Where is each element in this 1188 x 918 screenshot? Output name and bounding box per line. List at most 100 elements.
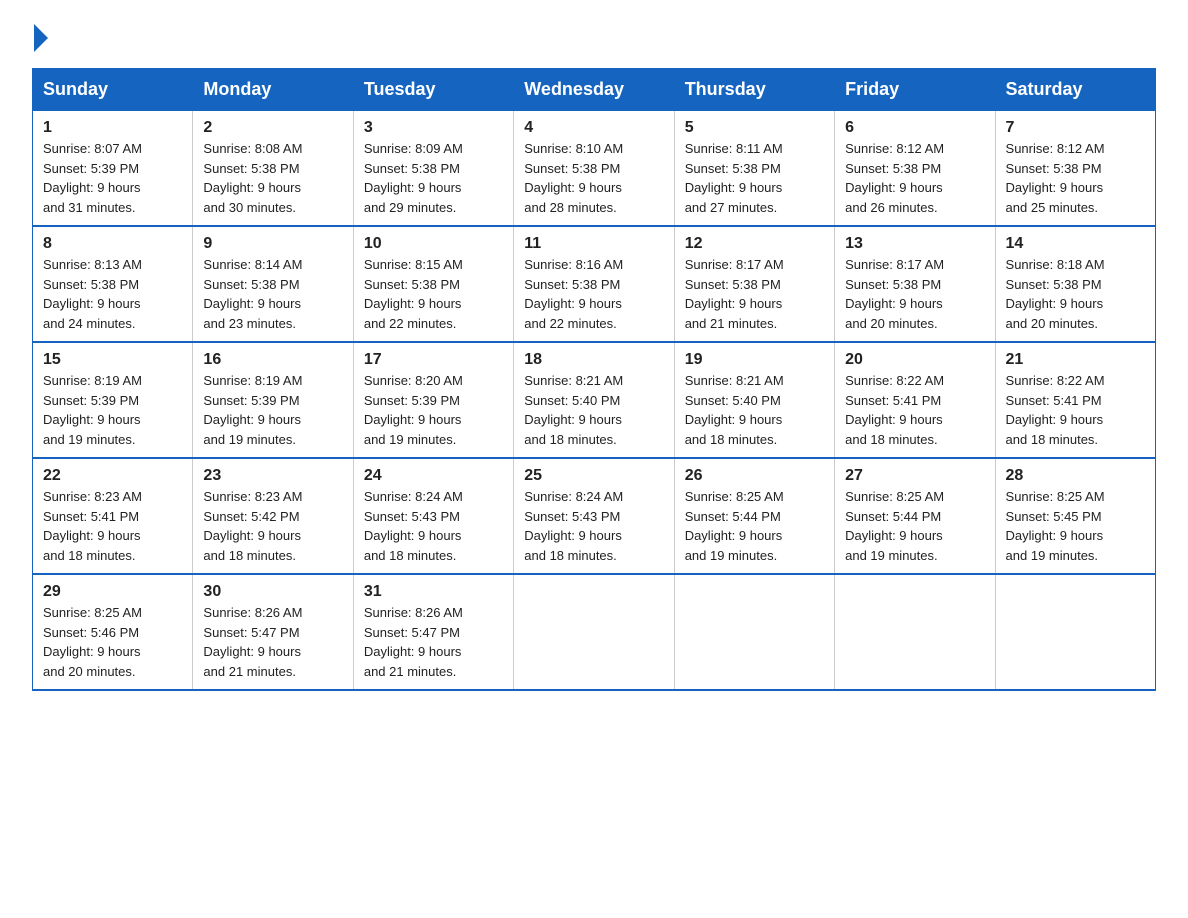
calendar-cell: 11 Sunrise: 8:16 AMSunset: 5:38 PMDaylig… [514,226,674,342]
day-number: 21 [1006,351,1145,369]
calendar-cell: 20 Sunrise: 8:22 AMSunset: 5:41 PMDaylig… [835,342,995,458]
day-number: 1 [43,119,182,137]
calendar-cell: 13 Sunrise: 8:17 AMSunset: 5:38 PMDaylig… [835,226,995,342]
day-number: 2 [203,119,342,137]
day-info: Sunrise: 8:23 AMSunset: 5:41 PMDaylight:… [43,489,142,563]
day-info: Sunrise: 8:12 AMSunset: 5:38 PMDaylight:… [845,141,944,215]
day-info: Sunrise: 8:26 AMSunset: 5:47 PMDaylight:… [364,605,463,679]
day-number: 7 [1006,119,1145,137]
weekday-header-row: SundayMondayTuesdayWednesdayThursdayFrid… [33,69,1156,111]
day-info: Sunrise: 8:16 AMSunset: 5:38 PMDaylight:… [524,257,623,331]
weekday-header-monday: Monday [193,69,353,111]
calendar-cell: 18 Sunrise: 8:21 AMSunset: 5:40 PMDaylig… [514,342,674,458]
day-number: 18 [524,351,663,369]
calendar-cell: 4 Sunrise: 8:10 AMSunset: 5:38 PMDayligh… [514,111,674,227]
day-number: 11 [524,235,663,253]
day-number: 6 [845,119,984,137]
calendar-cell: 7 Sunrise: 8:12 AMSunset: 5:38 PMDayligh… [995,111,1155,227]
calendar-week-row: 15 Sunrise: 8:19 AMSunset: 5:39 PMDaylig… [33,342,1156,458]
day-info: Sunrise: 8:20 AMSunset: 5:39 PMDaylight:… [364,373,463,447]
calendar-cell: 28 Sunrise: 8:25 AMSunset: 5:45 PMDaylig… [995,458,1155,574]
day-number: 23 [203,467,342,485]
calendar-cell: 24 Sunrise: 8:24 AMSunset: 5:43 PMDaylig… [353,458,513,574]
day-info: Sunrise: 8:26 AMSunset: 5:47 PMDaylight:… [203,605,302,679]
day-info: Sunrise: 8:17 AMSunset: 5:38 PMDaylight:… [845,257,944,331]
page-header [32,24,1156,52]
day-number: 25 [524,467,663,485]
calendar-cell: 1 Sunrise: 8:07 AMSunset: 5:39 PMDayligh… [33,111,193,227]
day-number: 14 [1006,235,1145,253]
day-number: 24 [364,467,503,485]
weekday-header-tuesday: Tuesday [353,69,513,111]
calendar-cell: 26 Sunrise: 8:25 AMSunset: 5:44 PMDaylig… [674,458,834,574]
day-number: 19 [685,351,824,369]
calendar-cell: 5 Sunrise: 8:11 AMSunset: 5:38 PMDayligh… [674,111,834,227]
weekday-header-friday: Friday [835,69,995,111]
logo-arrow-icon [34,24,48,52]
calendar-week-row: 1 Sunrise: 8:07 AMSunset: 5:39 PMDayligh… [33,111,1156,227]
calendar-cell: 21 Sunrise: 8:22 AMSunset: 5:41 PMDaylig… [995,342,1155,458]
day-number: 16 [203,351,342,369]
day-info: Sunrise: 8:22 AMSunset: 5:41 PMDaylight:… [1006,373,1105,447]
weekday-header-thursday: Thursday [674,69,834,111]
day-number: 31 [364,583,503,601]
day-number: 13 [845,235,984,253]
day-info: Sunrise: 8:15 AMSunset: 5:38 PMDaylight:… [364,257,463,331]
calendar-cell: 22 Sunrise: 8:23 AMSunset: 5:41 PMDaylig… [33,458,193,574]
day-number: 9 [203,235,342,253]
calendar-cell: 15 Sunrise: 8:19 AMSunset: 5:39 PMDaylig… [33,342,193,458]
day-info: Sunrise: 8:23 AMSunset: 5:42 PMDaylight:… [203,489,302,563]
day-info: Sunrise: 8:10 AMSunset: 5:38 PMDaylight:… [524,141,623,215]
weekday-header-sunday: Sunday [33,69,193,111]
day-number: 27 [845,467,984,485]
logo [32,24,50,52]
day-number: 3 [364,119,503,137]
day-number: 22 [43,467,182,485]
calendar-table: SundayMondayTuesdayWednesdayThursdayFrid… [32,68,1156,691]
calendar-cell: 29 Sunrise: 8:25 AMSunset: 5:46 PMDaylig… [33,574,193,690]
calendar-week-row: 22 Sunrise: 8:23 AMSunset: 5:41 PMDaylig… [33,458,1156,574]
day-info: Sunrise: 8:24 AMSunset: 5:43 PMDaylight:… [364,489,463,563]
calendar-cell [674,574,834,690]
day-number: 17 [364,351,503,369]
day-info: Sunrise: 8:11 AMSunset: 5:38 PMDaylight:… [685,141,783,215]
day-number: 29 [43,583,182,601]
day-info: Sunrise: 8:21 AMSunset: 5:40 PMDaylight:… [524,373,623,447]
calendar-cell: 8 Sunrise: 8:13 AMSunset: 5:38 PMDayligh… [33,226,193,342]
day-info: Sunrise: 8:12 AMSunset: 5:38 PMDaylight:… [1006,141,1105,215]
day-info: Sunrise: 8:22 AMSunset: 5:41 PMDaylight:… [845,373,944,447]
calendar-cell [995,574,1155,690]
day-number: 20 [845,351,984,369]
day-number: 4 [524,119,663,137]
day-info: Sunrise: 8:18 AMSunset: 5:38 PMDaylight:… [1006,257,1105,331]
day-number: 8 [43,235,182,253]
calendar-cell: 2 Sunrise: 8:08 AMSunset: 5:38 PMDayligh… [193,111,353,227]
day-info: Sunrise: 8:25 AMSunset: 5:46 PMDaylight:… [43,605,142,679]
day-info: Sunrise: 8:19 AMSunset: 5:39 PMDaylight:… [203,373,302,447]
calendar-cell: 27 Sunrise: 8:25 AMSunset: 5:44 PMDaylig… [835,458,995,574]
day-info: Sunrise: 8:24 AMSunset: 5:43 PMDaylight:… [524,489,623,563]
calendar-cell: 12 Sunrise: 8:17 AMSunset: 5:38 PMDaylig… [674,226,834,342]
day-number: 10 [364,235,503,253]
calendar-cell: 17 Sunrise: 8:20 AMSunset: 5:39 PMDaylig… [353,342,513,458]
day-info: Sunrise: 8:19 AMSunset: 5:39 PMDaylight:… [43,373,142,447]
day-number: 28 [1006,467,1145,485]
weekday-header-wednesday: Wednesday [514,69,674,111]
calendar-week-row: 8 Sunrise: 8:13 AMSunset: 5:38 PMDayligh… [33,226,1156,342]
calendar-cell: 14 Sunrise: 8:18 AMSunset: 5:38 PMDaylig… [995,226,1155,342]
day-number: 15 [43,351,182,369]
day-number: 12 [685,235,824,253]
calendar-cell: 6 Sunrise: 8:12 AMSunset: 5:38 PMDayligh… [835,111,995,227]
calendar-cell: 10 Sunrise: 8:15 AMSunset: 5:38 PMDaylig… [353,226,513,342]
calendar-cell: 3 Sunrise: 8:09 AMSunset: 5:38 PMDayligh… [353,111,513,227]
day-number: 5 [685,119,824,137]
calendar-cell: 19 Sunrise: 8:21 AMSunset: 5:40 PMDaylig… [674,342,834,458]
day-info: Sunrise: 8:25 AMSunset: 5:45 PMDaylight:… [1006,489,1105,563]
calendar-cell [835,574,995,690]
calendar-cell: 31 Sunrise: 8:26 AMSunset: 5:47 PMDaylig… [353,574,513,690]
calendar-week-row: 29 Sunrise: 8:25 AMSunset: 5:46 PMDaylig… [33,574,1156,690]
day-info: Sunrise: 8:17 AMSunset: 5:38 PMDaylight:… [685,257,784,331]
calendar-cell: 16 Sunrise: 8:19 AMSunset: 5:39 PMDaylig… [193,342,353,458]
calendar-cell: 23 Sunrise: 8:23 AMSunset: 5:42 PMDaylig… [193,458,353,574]
day-info: Sunrise: 8:21 AMSunset: 5:40 PMDaylight:… [685,373,784,447]
